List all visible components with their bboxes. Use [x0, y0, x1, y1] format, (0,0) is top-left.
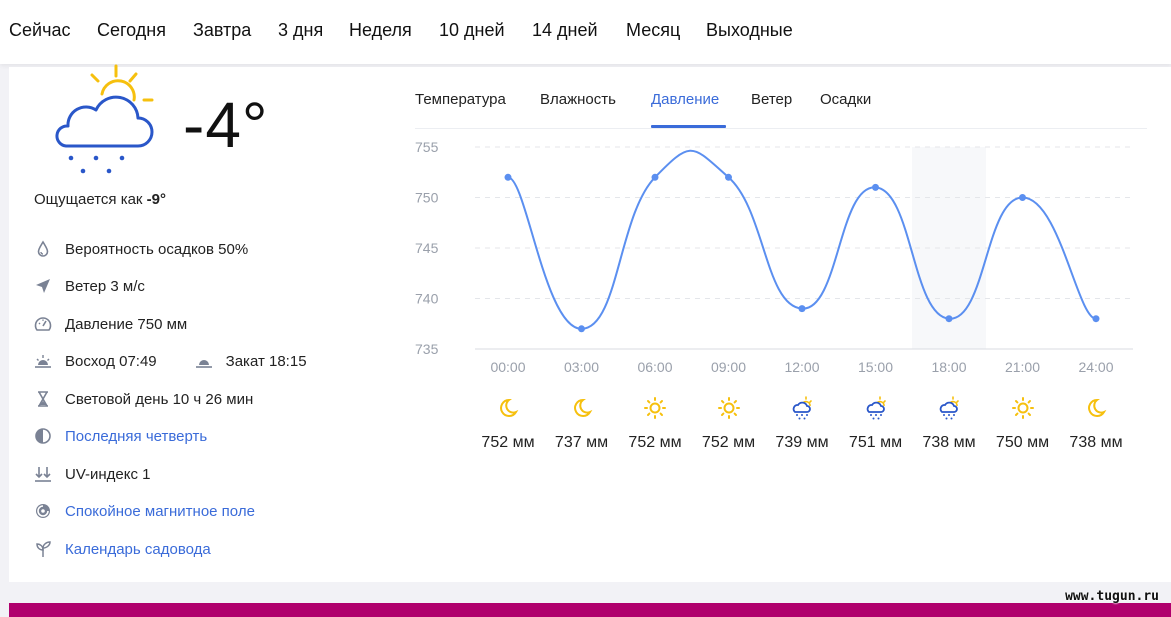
hourglass-icon [38, 391, 48, 407]
pressure-value-label: 737 мм [554, 434, 609, 451]
x-tick-label: 12:00 [784, 359, 819, 375]
moon-phase-link[interactable]: Последняя четверть [65, 428, 207, 445]
watermark: www.tugun.ru [1065, 589, 1159, 604]
cloud-snow-sun-icon [937, 396, 961, 420]
pressure-row: Давление 750 мм [34, 313, 187, 335]
nav-10-days[interactable]: 10 дней [439, 20, 505, 41]
data-point [945, 315, 953, 323]
sun-row: Восход 07:49 Закат 18:15 [34, 350, 307, 372]
footer-stripe [9, 603, 1171, 617]
data-point [1019, 194, 1026, 201]
garden-link[interactable]: Календарь садовода [65, 541, 211, 558]
gauge-icon [34, 317, 52, 331]
pressure-value-label: 752 мм [628, 434, 682, 451]
y-tick-label: 735 [415, 341, 439, 357]
data-point [504, 173, 512, 181]
cloud-snow-sun-icon [790, 396, 814, 420]
series-line [507, 149, 1097, 330]
uv-icon [35, 467, 51, 482]
nav-14-days[interactable]: 14 дней [532, 20, 598, 41]
tab-wind[interactable]: Ветер [751, 91, 792, 108]
metric-tabs: Температура Влажность Давление Ветер Оса… [415, 80, 1147, 129]
x-tick-label: 21:00 [1005, 359, 1040, 375]
wind-arrow-icon [36, 279, 50, 293]
data-point [872, 183, 879, 191]
active-tab-indicator [651, 125, 726, 128]
nav-tomorrow[interactable]: Завтра [193, 20, 251, 41]
feels-like-label: Ощущается как [34, 191, 143, 208]
nav-3-days[interactable]: 3 дня [278, 20, 323, 41]
moon-phase-icon [35, 428, 51, 444]
tab-precipitation[interactable]: Осадки [820, 91, 871, 108]
x-tick-label: 06:00 [637, 359, 672, 375]
y-tick-label: 740 [415, 291, 439, 307]
daylight-text: Световой день 10 ч 26 мин [65, 390, 254, 408]
pressure-value-label: 750 мм [995, 434, 1050, 451]
y-tick-label: 745 [415, 240, 439, 256]
nav-week[interactable]: Неделя [349, 20, 412, 41]
data-point [725, 173, 732, 181]
sun-icon [1011, 396, 1035, 420]
tab-humidity[interactable]: Влажность [540, 91, 616, 108]
sunrise-icon [35, 355, 51, 368]
cloud-sun-snow-icon [55, 64, 154, 174]
precipitation-row: Вероятность осадков 50% [34, 238, 248, 260]
feels-like-value: -9° [146, 191, 167, 208]
sunset-icon [195, 360, 212, 368]
data-point [798, 305, 806, 313]
x-tick-label: 24:00 [1078, 359, 1113, 375]
nav-now[interactable]: Сейчас [9, 20, 70, 41]
sprout-icon [36, 541, 51, 557]
moon-icon [570, 396, 594, 420]
tab-pressure[interactable]: Давление [651, 91, 719, 108]
pressure-value-label: 738 мм [1069, 434, 1123, 451]
precipitation-text: Вероятность осадков 50% [65, 240, 249, 258]
current-temperature: -4° [183, 89, 269, 161]
pressure-value-label: 751 мм [848, 434, 903, 451]
pressure-value-label: 752 мм [701, 434, 756, 451]
sunset-text: Закат 18:15 [225, 352, 307, 370]
cloud-snow-sun-icon [864, 396, 888, 420]
data-point [578, 325, 585, 333]
sunrise-text: Восход 07:49 [65, 352, 157, 370]
tab-temperature[interactable]: Температура [415, 91, 506, 108]
pressure-text: Давление 750 мм [65, 315, 188, 333]
sun-icon [717, 396, 741, 420]
x-tick-label: 03:00 [564, 359, 599, 375]
sun-icon [643, 396, 667, 420]
garden-row[interactable]: Календарь садовода [34, 538, 211, 560]
data-point [651, 173, 659, 181]
x-tick-label: 00:00 [490, 359, 525, 375]
moon-icon [1084, 396, 1108, 420]
drop-icon [37, 240, 49, 257]
wind-row: Ветер 3 м/с [34, 275, 145, 297]
pressure-value-label: 738 мм [922, 434, 976, 451]
nav-weekend[interactable]: Выходные [706, 20, 793, 41]
uv-row: UV-индекс 1 [34, 463, 151, 485]
wind-text: Ветер 3 м/с [65, 277, 145, 295]
daylight-row: Световой день 10 ч 26 мин [34, 388, 253, 410]
moon-icon [496, 396, 520, 420]
moon-phase-row[interactable]: Последняя четверть [34, 425, 207, 447]
x-tick-label: 15:00 [858, 359, 893, 375]
magnetic-link[interactable]: Спокойное магнитное поле [65, 503, 255, 520]
uv-text: UV-индекс 1 [65, 465, 151, 483]
pressure-value-label: 752 мм [481, 434, 535, 451]
nav-month[interactable]: Месяц [626, 20, 680, 41]
pressure-value-label: 739 мм [775, 434, 829, 451]
magnet-icon [36, 504, 50, 518]
y-tick-label: 750 [415, 190, 439, 206]
y-tick-label: 755 [415, 139, 439, 155]
pressure-chart: 755 750 745 740 735 00:00 03:00 06:00 09:00 12:00… [415, 139, 1133, 375]
nav-today[interactable]: Сегодня [97, 20, 166, 41]
magnetic-row[interactable]: Спокойное магнитное поле [34, 500, 255, 522]
data-point [1092, 315, 1100, 323]
top-navigation: Сейчас Сегодня Завтра 3 дня Неделя 10 дн… [0, 0, 1171, 64]
feels-like: Ощущается как -9° [34, 191, 166, 208]
x-tick-label: 18:00 [931, 359, 966, 375]
x-tick-label: 09:00 [711, 359, 746, 375]
